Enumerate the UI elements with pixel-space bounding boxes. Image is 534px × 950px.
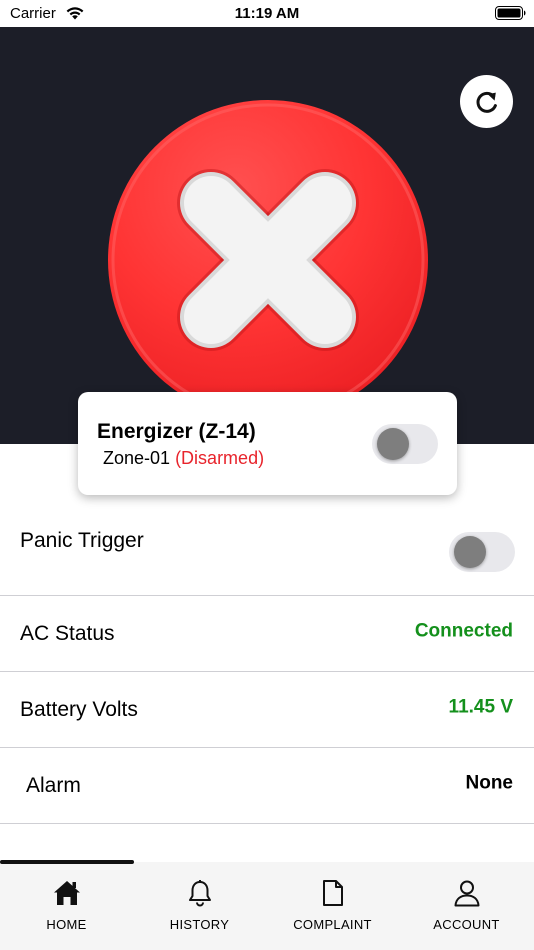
battery-volts-row: Battery Volts 11.45 V <box>0 672 534 748</box>
zone-name: Zone-01 <box>103 448 171 468</box>
tab-home[interactable]: HOME <box>0 862 133 950</box>
alarm-label: Alarm <box>26 774 81 797</box>
alarm-row: Alarm None <box>0 748 534 824</box>
zone-state: (Disarmed) <box>175 448 265 468</box>
bell-icon <box>188 880 211 907</box>
refresh-button[interactable] <box>460 75 513 128</box>
status-time: 11:19 AM <box>234 5 300 22</box>
status-hero <box>0 27 534 444</box>
ac-status-value: Connected <box>414 620 513 642</box>
tab-complaint[interactable]: COMPLAINT <box>266 862 399 950</box>
disarmed-x-icon <box>108 100 428 420</box>
bottom-tab-bar: HOME HISTORY COMPLAINT ACCOUNT <box>0 862 534 950</box>
row-divider <box>0 823 534 824</box>
battery-volts-value: 11.45 V <box>448 696 513 718</box>
document-icon <box>322 880 343 906</box>
tab-account[interactable]: ACCOUNT <box>400 862 533 950</box>
tab-home-label: HOME <box>46 917 87 932</box>
arm-toggle[interactable] <box>372 424 438 464</box>
panic-trigger-toggle[interactable] <box>449 532 515 572</box>
device-card: Energizer (Z-14) Zone-01 (Disarmed) <box>78 392 457 495</box>
device-name: Energizer (Z-14) <box>97 420 256 443</box>
ac-status-row: AC Status Connected <box>0 596 534 672</box>
battery-icon <box>495 6 526 20</box>
tab-history-label: HISTORY <box>169 917 230 932</box>
alarm-value: None <box>465 772 514 794</box>
user-icon <box>454 880 479 907</box>
status-bar: Carrier 11:19 AM <box>0 0 534 27</box>
panic-toggle-knob <box>454 536 486 568</box>
ac-status-label: AC Status <box>20 622 115 645</box>
tab-account-label: ACCOUNT <box>433 917 500 932</box>
home-icon <box>53 881 80 905</box>
arm-toggle-knob <box>377 428 409 460</box>
tab-history[interactable]: HISTORY <box>133 862 266 950</box>
tab-complaint-label: COMPLAINT <box>293 917 372 932</box>
active-tab-indicator <box>0 860 134 864</box>
battery-volts-label: Battery Volts <box>20 698 138 721</box>
refresh-icon <box>476 91 497 113</box>
zone-status-line: Zone-01 (Disarmed) <box>103 448 264 469</box>
panic-trigger-label: Panic Trigger <box>20 528 144 552</box>
